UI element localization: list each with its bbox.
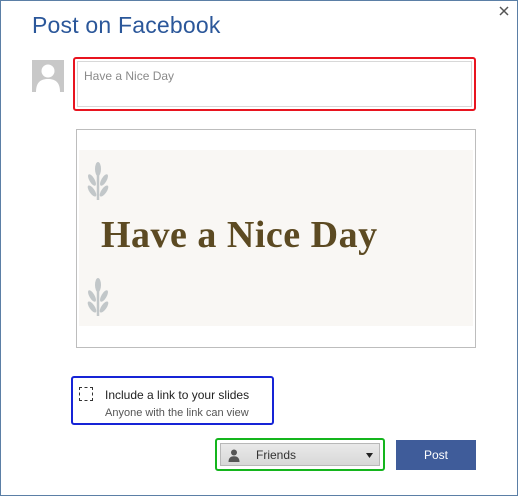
include-link-label[interactable]: Include a link to your slides [105, 388, 249, 402]
leaf-sprig-icon [87, 278, 109, 316]
slide-thumbnail: Have a Nice Day [79, 150, 473, 326]
person-icon [228, 449, 240, 462]
slide-title-text: Have a Nice Day [101, 214, 378, 256]
close-icon[interactable] [497, 4, 511, 18]
avatar [32, 60, 64, 92]
leaf-sprig-icon [87, 162, 109, 200]
post-button[interactable]: Post [396, 440, 476, 470]
audience-selected-value: Friends [256, 448, 297, 462]
slide-preview: Have a Nice Day [76, 129, 476, 348]
message-input[interactable] [77, 61, 472, 107]
message-highlight [73, 57, 476, 111]
audience-highlight: Friends [215, 438, 385, 471]
include-link-checkbox[interactable] [79, 387, 93, 401]
post-dialog: Post on Facebook Have a Nice Day Have a … [0, 0, 518, 496]
include-link-sublabel: Anyone with the link can view [105, 407, 249, 419]
dialog-title: Post on Facebook [32, 12, 221, 38]
caret-down-icon [366, 453, 373, 458]
audience-dropdown[interactable]: Friends [220, 443, 380, 466]
user-silhouette-icon [36, 64, 60, 92]
link-option-highlight: Include a link to your slides Anyone wit… [71, 376, 274, 425]
